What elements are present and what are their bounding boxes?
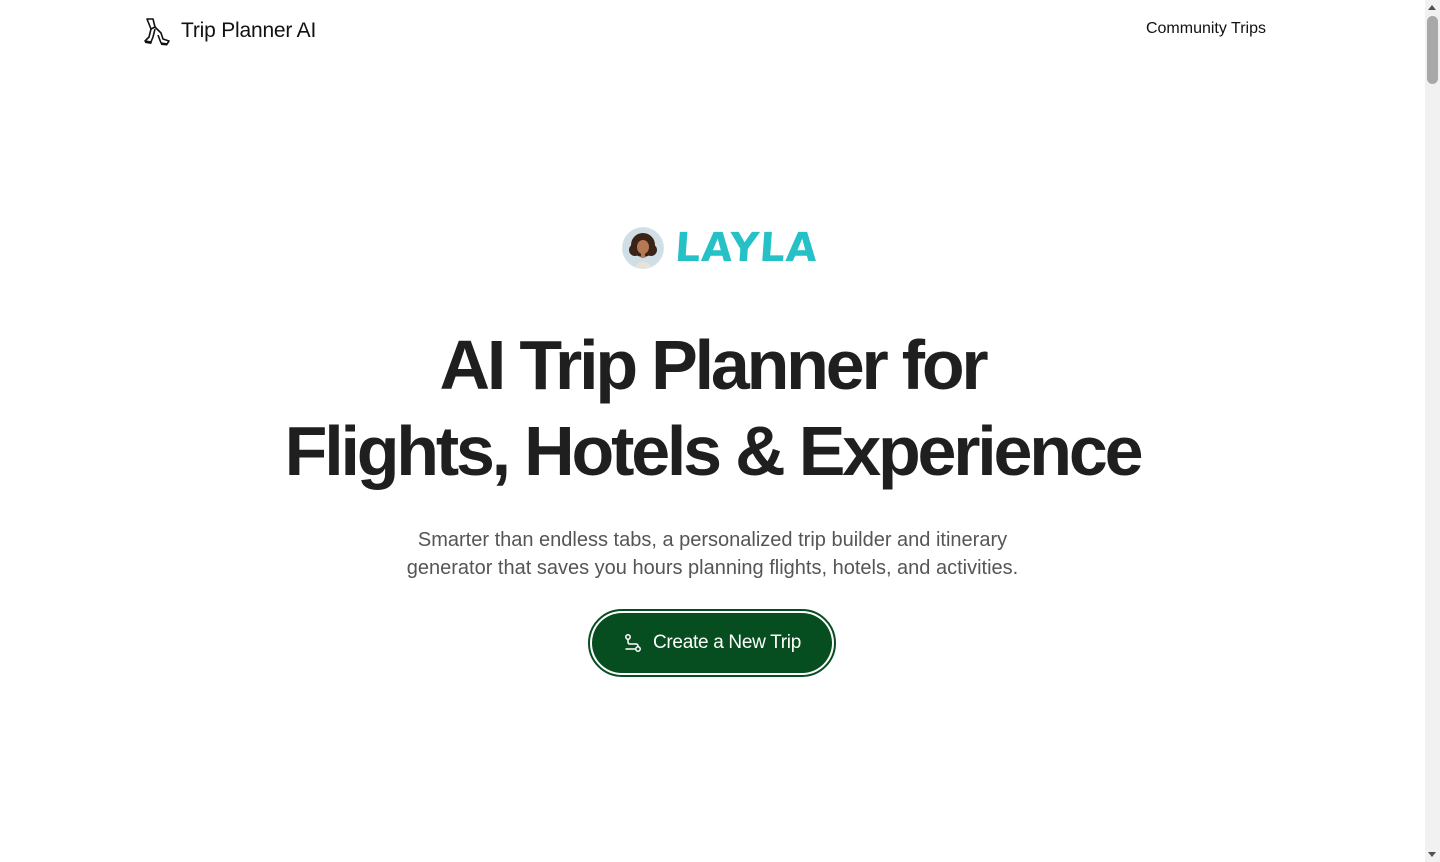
route-icon [625, 634, 641, 652]
nav-community-trips[interactable]: Community Trips [1146, 20, 1266, 38]
subtitle-line-2: generator that saves you hours planning … [406, 557, 1019, 579]
page-scrollbar[interactable] [1425, 0, 1440, 862]
create-trip-button-body[interactable]: Create a New Trip [592, 613, 832, 673]
headline-line-2: Flights, Hotels & Experience [284, 412, 1144, 490]
walking-legs-icon [144, 18, 170, 46]
hero-headline: AI Trip Planner for Flights, Hotels & Ex… [0, 322, 1425, 494]
mascot-badge: LAYLA [623, 225, 820, 271]
subtitle-line-1: Smarter than endless tabs, a personalize… [417, 529, 1008, 551]
scroll-up-arrow-icon[interactable] [1428, 5, 1436, 10]
site-header: Trip Planner AI Community Trips [0, 0, 1425, 62]
brand-name: Trip Planner AI [181, 19, 317, 42]
scroll-down-arrow-icon[interactable] [1428, 852, 1436, 857]
scroll-thumb[interactable] [1427, 16, 1438, 84]
avatar-illustration-icon [623, 228, 663, 268]
mascot-wordmark: LAYLA [673, 225, 820, 271]
brand-logo-link[interactable]: Trip Planner AI [141, 15, 316, 47]
headline-line-1: AI Trip Planner for [439, 326, 989, 404]
hero-subtitle: Smarter than endless tabs, a personalize… [0, 526, 1425, 582]
page: Trip Planner AI Community Trips LAYLA AI… [0, 0, 1440, 862]
mascot-avatar [623, 228, 663, 268]
create-trip-button[interactable]: Create a New Trip [588, 609, 836, 677]
create-trip-label: Create a New Trip [652, 632, 801, 653]
